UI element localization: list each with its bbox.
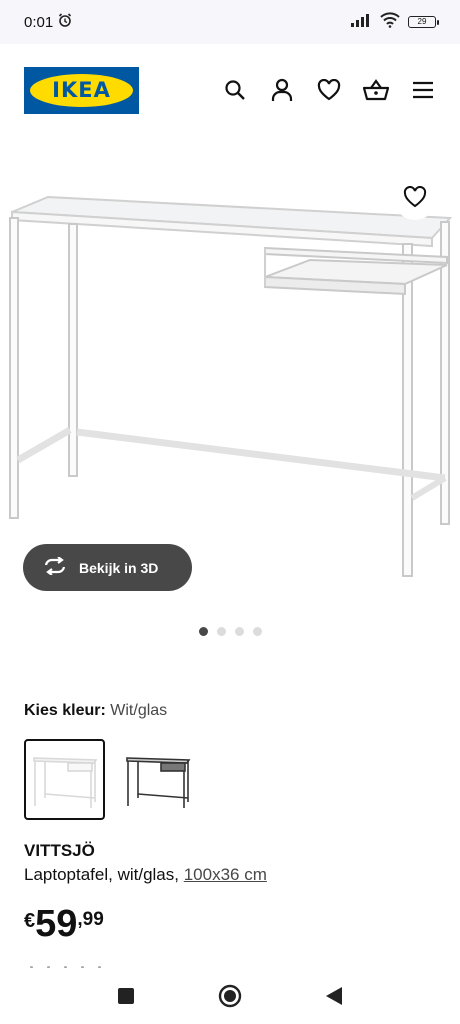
back-icon[interactable] [320, 982, 348, 1010]
system-nav-bar [0, 968, 460, 1024]
basket-icon[interactable] [363, 77, 389, 103]
colour-selector-label: Kies kleur: Wit/glas [24, 702, 167, 720]
signal-icon [350, 13, 372, 31]
heart-icon[interactable] [316, 77, 342, 103]
view-3d-button[interactable]: Bekijk in 3D [23, 544, 192, 591]
menu-icon[interactable] [410, 77, 436, 103]
header-icons [222, 77, 436, 103]
product-price: € 59 ,99 [24, 905, 104, 943]
product-dimensions-link[interactable]: 100x36 cm [184, 865, 267, 884]
price-currency: € [24, 910, 36, 932]
header: IKEA [0, 44, 460, 136]
gallery-dot[interactable] [216, 627, 226, 636]
gallery-dot[interactable] [198, 627, 208, 636]
product-description: Laptoptafel, wit/glas, 100x36 cm [24, 865, 267, 885]
recent-apps-icon[interactable] [112, 982, 140, 1010]
status-left: 0:01 [24, 12, 73, 32]
user-icon[interactable] [269, 77, 295, 103]
battery-level: 29 [417, 17, 427, 26]
swatch-black-glass[interactable] [117, 739, 198, 820]
ikea-logo[interactable]: IKEA [24, 66, 139, 114]
home-icon[interactable] [216, 982, 244, 1010]
colour-label: Kies kleur: [24, 702, 106, 719]
swatch-white-glass[interactable] [24, 739, 105, 820]
view-3d-label: Bekijk in 3D [79, 559, 159, 576]
status-right: 29 [350, 12, 439, 32]
product-name: VITTSJÖ [24, 841, 95, 860]
gallery-dot[interactable] [252, 627, 262, 636]
wifi-icon [380, 12, 400, 32]
status-time: 0:01 [24, 13, 54, 31]
gallery-dots [0, 627, 460, 636]
product-type: Laptoptafel, wit/glas, [24, 865, 179, 884]
colour-value: Wit/glas [110, 702, 168, 719]
product-image[interactable] [0, 160, 460, 600]
battery-icon: 29 [408, 16, 439, 28]
heart-icon [403, 185, 427, 213]
colour-swatches [24, 739, 198, 820]
gallery-dot[interactable] [234, 627, 244, 636]
price-decimal: ,99 [77, 909, 104, 930]
alarm-icon [57, 12, 73, 32]
favourite-button[interactable] [394, 178, 436, 220]
status-bar: 0:01 29 [0, 0, 460, 44]
logo-text: IKEA [52, 78, 111, 102]
price-integer: 59 [35, 903, 78, 945]
rotate-3d-icon [43, 556, 67, 578]
search-icon[interactable] [222, 77, 248, 103]
logo-oval: IKEA [30, 73, 133, 107]
